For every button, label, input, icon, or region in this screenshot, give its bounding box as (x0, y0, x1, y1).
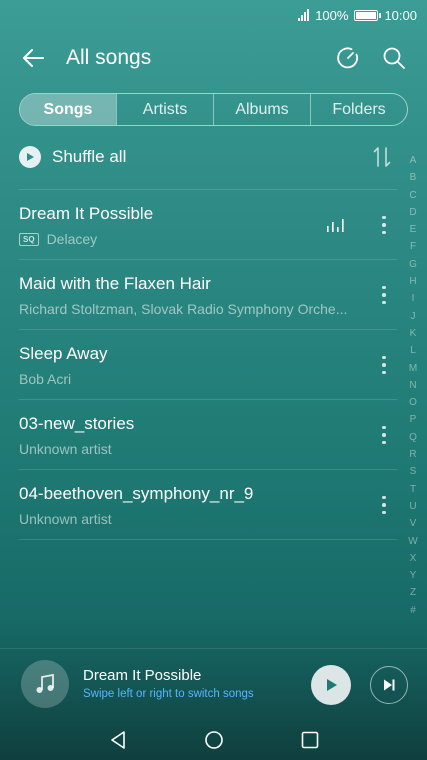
tab-folders[interactable]: Folders (310, 94, 407, 125)
sort-button[interactable] (367, 142, 397, 172)
alphabet-index-letter[interactable]: A (410, 152, 417, 169)
alphabet-index-letter[interactable]: Q (409, 429, 417, 446)
equalizer-icon (327, 219, 344, 232)
more-options-button[interactable] (374, 281, 394, 309)
nav-recents-button[interactable] (262, 720, 358, 760)
song-artist-name: Richard Stoltzman, Slovak Radio Symphony… (19, 301, 348, 317)
signal-icon (298, 9, 310, 21)
alphabet-index-letter[interactable]: L (410, 342, 416, 359)
page-title: All songs (66, 46, 152, 69)
more-options-button[interactable] (374, 421, 394, 449)
alphabet-index-letter[interactable]: I (412, 290, 415, 307)
song-artist: SQ Delacey (19, 231, 369, 247)
alphabet-index-letter[interactable]: D (409, 204, 416, 221)
sq-badge: SQ (19, 232, 39, 246)
song-title: Maid with the Flaxen Hair (19, 274, 211, 293)
song-artist: Unknown artist (19, 441, 369, 457)
song-title: 03-new_stories (19, 414, 135, 433)
sort-icon (373, 147, 391, 167)
skip-next-icon (384, 679, 395, 691)
shuffle-all-label: Shuffle all (52, 147, 127, 166)
shuffle-all-row[interactable]: Shuffle all (19, 140, 397, 174)
circle-home-icon (204, 731, 223, 749)
song-row[interactable]: 04-beethoven_symphony_nr_9 Unknown artis… (0, 470, 427, 540)
alphabet-index-letter[interactable]: C (409, 187, 416, 204)
music-note-icon (36, 673, 54, 693)
alphabet-index-letter[interactable]: H (409, 273, 416, 290)
song-artist: Unknown artist (19, 511, 369, 527)
alphabet-index-letter[interactable]: X (410, 550, 417, 567)
song-artist-name: Unknown artist (19, 441, 112, 457)
tab-albums[interactable]: Albums (213, 94, 310, 125)
nav-home-button[interactable] (166, 720, 262, 760)
mini-player[interactable]: Dream It Possible Swipe left or right to… (0, 648, 427, 720)
divider (19, 539, 397, 540)
search-icon (383, 47, 405, 69)
song-row[interactable]: Sleep Away Bob Acri (0, 330, 427, 400)
alphabet-index-letter[interactable]: # (410, 602, 416, 619)
now-playing-hint: Swipe left or right to switch songs (83, 688, 254, 700)
song-list: Dream It Possible SQ Delacey Maid with t… (0, 190, 427, 540)
alphabet-index-letter[interactable]: W (408, 533, 417, 550)
alphabet-index-letter[interactable]: T (410, 481, 416, 498)
song-row[interactable]: Maid with the Flaxen Hair Richard Stoltz… (0, 260, 427, 330)
app-bar: All songs (0, 36, 427, 80)
tab-artists[interactable]: Artists (116, 94, 213, 125)
timer-icon (337, 47, 358, 69)
play-icon (19, 146, 41, 168)
alphabet-index-letter[interactable]: Z (410, 584, 416, 601)
song-artist-name: Bob Acri (19, 371, 72, 387)
song-row[interactable]: 03-new_stories Unknown artist (0, 400, 427, 470)
album-art (21, 660, 69, 708)
battery-icon (354, 9, 382, 21)
song-artist-name: Delacey (46, 231, 98, 247)
tab-bar: Songs Artists Albums Folders (19, 93, 408, 126)
next-button[interactable] (370, 666, 408, 704)
alphabet-index-letter[interactable]: Y (410, 567, 417, 584)
status-bar: 100% 10:00 (0, 0, 427, 30)
alphabet-index-letter[interactable]: F (410, 238, 416, 255)
alphabet-index-letter[interactable]: U (409, 498, 416, 515)
alphabet-index-letter[interactable]: P (410, 411, 417, 428)
alphabet-index-letter[interactable]: K (410, 325, 417, 342)
alphabet-index-letter[interactable]: M (409, 360, 417, 377)
song-artist: Richard Stoltzman, Slovak Radio Symphony… (19, 301, 369, 317)
back-button[interactable] (4, 36, 62, 80)
more-options-button[interactable] (374, 351, 394, 379)
alphabet-index-letter[interactable]: E (410, 221, 417, 238)
battery-percent: 100% (315, 7, 349, 23)
tab-songs[interactable]: Songs (20, 94, 116, 125)
alphabet-index[interactable]: A B C D E F G H I J K L M N O P Q R S T U V W X Y Z # (404, 152, 422, 619)
more-options-button[interactable] (374, 491, 394, 519)
song-title: 04-beethoven_symphony_nr_9 (19, 484, 254, 503)
square-recents-icon (301, 731, 318, 749)
alphabet-index-letter[interactable]: N (409, 377, 416, 394)
song-title: Dream It Possible (19, 204, 154, 223)
alphabet-index-letter[interactable]: B (410, 169, 417, 186)
alphabet-index-letter[interactable]: S (410, 463, 417, 480)
song-artist: Bob Acri (19, 371, 369, 387)
status-time: 10:00 (384, 7, 417, 23)
search-button[interactable] (371, 36, 417, 80)
more-options-button[interactable] (374, 211, 394, 239)
alphabet-index-letter[interactable]: J (411, 308, 416, 325)
system-nav-bar (0, 720, 427, 760)
nav-back-button[interactable] (70, 720, 166, 760)
song-artist-name: Unknown artist (19, 511, 112, 527)
play-icon (327, 679, 337, 691)
arrow-left-icon (23, 49, 44, 67)
alphabet-index-letter[interactable]: V (410, 515, 417, 532)
play-button[interactable] (311, 665, 351, 705)
alphabet-index-letter[interactable]: G (409, 256, 417, 273)
song-row[interactable]: Dream It Possible SQ Delacey (0, 190, 427, 260)
song-title: Sleep Away (19, 344, 108, 363)
triangle-back-icon (110, 731, 125, 749)
alphabet-index-letter[interactable]: R (409, 446, 416, 463)
alphabet-index-letter[interactable]: O (409, 394, 417, 411)
sleep-timer-button[interactable] (325, 36, 371, 80)
now-playing-title: Dream It Possible (83, 667, 202, 684)
